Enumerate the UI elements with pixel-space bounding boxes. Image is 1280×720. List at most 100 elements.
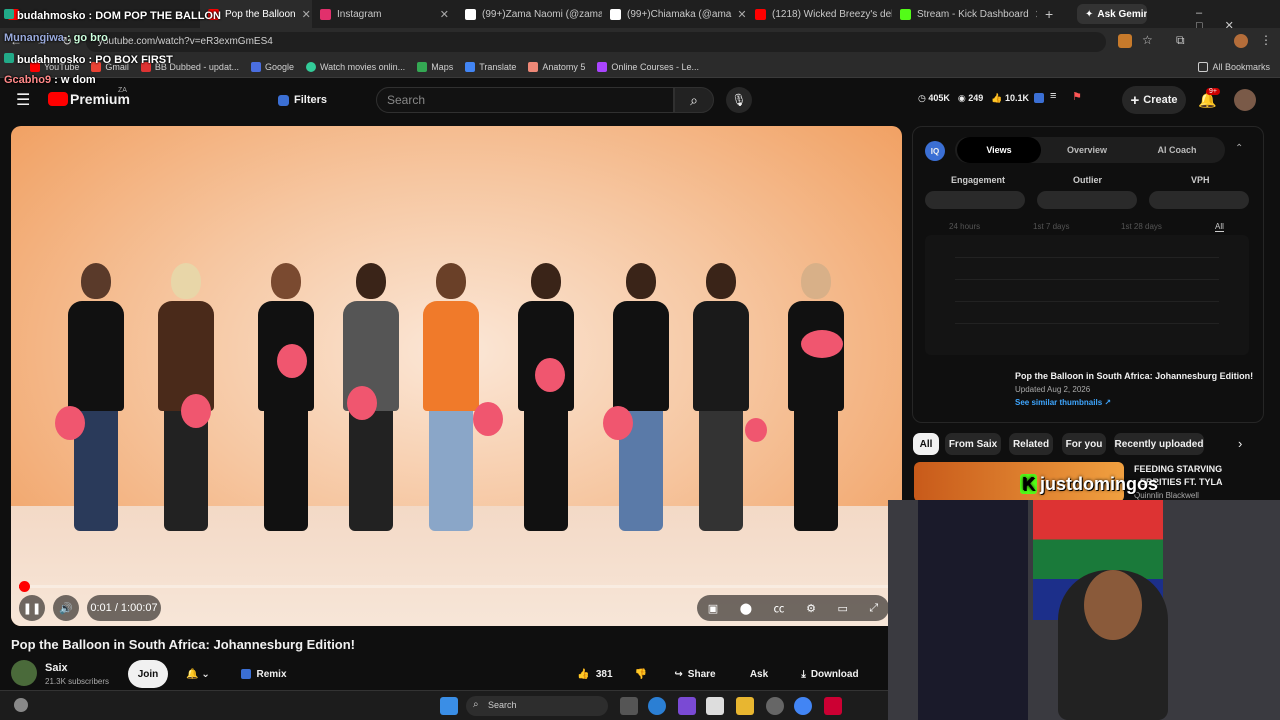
youtube-favicon-icon [755, 8, 766, 20]
account-avatar[interactable] [1234, 89, 1256, 111]
bookmark-anatomy[interactable]: Anatomy 5 [528, 61, 585, 72]
settings-gear-icon[interactable]: ⚙ [806, 602, 816, 615]
extensions-puzzle-icon[interactable]: ⧉ [1176, 33, 1185, 48]
create-button[interactable]: + Create [1122, 86, 1186, 114]
tab-label: Stream - Kick Dashboard [917, 8, 1029, 20]
address-bar[interactable]: youtube.com/watch?v=eR3exmGmES4 [86, 32, 1106, 52]
close-tab-icon[interactable]: ✕ [1029, 8, 1037, 21]
pause-button[interactable]: ❚❚ [19, 595, 45, 621]
mute-button[interactable]: 🔊 [53, 595, 79, 621]
search-input[interactable]: Search [376, 87, 674, 113]
close-tab-icon[interactable]: ✕ [296, 8, 311, 21]
autoplay-toggle[interactable]: ⬤ [740, 602, 752, 615]
ask-button[interactable]: Ask [734, 660, 784, 688]
chip-for-you[interactable]: For you [1062, 433, 1106, 455]
chat-message: Gcabho9 : w dom [4, 74, 96, 86]
range-28-days[interactable]: 1st 28 days [1121, 222, 1162, 231]
metric-value-placeholder [925, 191, 1025, 209]
chat-user-icon [4, 9, 14, 19]
chip-related[interactable]: Related [1009, 433, 1053, 455]
browser-toolbar: ←→↻ youtube.com/watch?v=eR3exmGmES4 ☆ ⧉ … [0, 28, 1280, 56]
range-24-hours[interactable]: 24 hours [949, 222, 980, 231]
browser-tab[interactable]: (99+)Zama Naomi (@zama✕ [457, 0, 602, 28]
youtube-logo-icon[interactable] [48, 92, 68, 106]
vidiq-icon[interactable] [1034, 93, 1044, 103]
taskbar-search[interactable]: ⌕ Search [466, 696, 608, 716]
windows-start-icon[interactable] [440, 697, 458, 715]
streamer-webcam [888, 500, 1280, 720]
bookmarks-bar: YouTube Gmail BB Dubbed - updat... Googl… [0, 56, 1280, 78]
collapse-chevron-icon[interactable]: ⌃ [1235, 143, 1243, 154]
close-tab-icon[interactable]: ✕ [434, 8, 449, 21]
chrome-icon[interactable] [794, 697, 812, 715]
store-icon[interactable] [706, 697, 724, 715]
tiktok-favicon-icon [610, 8, 621, 20]
fullscreen-icon[interactable]: ⤢ [869, 602, 878, 615]
close-tab-icon[interactable]: ✕ [731, 8, 746, 21]
theater-mode-icon[interactable]: ▭ [837, 602, 847, 615]
tab-overview[interactable]: Overview [1045, 137, 1129, 163]
range-all[interactable]: All [1215, 222, 1224, 232]
video-progress-bar[interactable] [19, 581, 894, 592]
bookmark-translate[interactable]: Translate [465, 61, 516, 72]
vidiq-menu-icon[interactable]: ≡ [1050, 90, 1056, 102]
bookmark-online-courses[interactable]: Online Courses - Le... [597, 61, 699, 72]
search-button[interactable]: ⌕ [674, 87, 714, 113]
range-7-days[interactable]: 1st 7 days [1033, 222, 1069, 231]
channel-name[interactable]: Saix [45, 662, 68, 674]
download-button[interactable]: ⤓ Download [792, 660, 868, 688]
remix-button[interactable]: Remix [228, 660, 300, 688]
filters-button[interactable]: Filters [268, 88, 337, 112]
recommended-title-line1[interactable]: FEEDING STARVING [1134, 464, 1222, 474]
chip-all[interactable]: All [913, 433, 939, 455]
bookmark-star-icon[interactable]: ☆ [1142, 33, 1153, 47]
like-button[interactable]: 👍 381 [570, 660, 620, 688]
bookmark-watch-movies[interactable]: Watch movies onlin... [305, 61, 405, 72]
ask-gemini-button[interactable]: ✦ Ask Gemini [1077, 4, 1147, 24]
vidiq-icon[interactable]: ▣ [708, 602, 718, 615]
chip-recently-uploaded[interactable]: Recently uploaded [1114, 433, 1204, 455]
share-button[interactable]: ↪ Share [666, 660, 724, 688]
browser-tab[interactable]: Instagram ✕ [312, 0, 457, 28]
subscribers-stat: ◷ 405K [918, 93, 950, 103]
voice-search-button[interactable]: 🎙 [726, 87, 752, 113]
bookmark-site-icon [528, 61, 539, 72]
vidiq-alert-icon[interactable]: ⚑ [1072, 90, 1082, 103]
browser-tab[interactable]: (1218) Wicked Breezy's del✕ [747, 0, 892, 28]
extension-icon[interactable] [1118, 34, 1132, 48]
metric-value-placeholder [1149, 191, 1249, 209]
see-similar-thumbnails-link[interactable]: See similar thumbnails ↗ [1015, 398, 1111, 407]
browser-tab[interactable]: Stream - Kick Dashboard✕ [892, 0, 1037, 28]
browser-tab[interactable]: (99+)Chiamaka (@ama ✕ [602, 0, 747, 28]
new-tab-button[interactable]: + [1037, 0, 1077, 28]
weather-icon[interactable] [14, 698, 28, 712]
bookmark-maps[interactable]: Maps [417, 61, 453, 72]
hamburger-menu-icon[interactable]: ☰ [16, 90, 30, 110]
all-bookmarks[interactable]: All Bookmarks [1198, 61, 1270, 72]
app-icon[interactable] [824, 697, 842, 715]
chip-from-saix[interactable]: From Saix [945, 433, 1001, 455]
task-view-icon[interactable] [620, 697, 638, 715]
captions-icon[interactable]: ㏄ [774, 600, 785, 616]
tab-views[interactable]: Views [957, 137, 1041, 163]
bookmark-site-icon [597, 61, 608, 72]
channel-avatar[interactable] [11, 660, 37, 686]
tab-ai-coach[interactable]: AI Coach [1135, 137, 1219, 163]
profile-avatar[interactable] [1234, 34, 1248, 48]
file-explorer-icon[interactable] [736, 697, 754, 715]
obs-icon[interactable] [766, 697, 784, 715]
video-player[interactable]: ❚❚ 🔊 0:01 / 1:00:07 ▣ ⬤ ㏄ ⚙ ▭ ⤢ [11, 126, 902, 626]
streamer-face [1084, 570, 1142, 640]
dislike-button[interactable]: 👎 [628, 660, 654, 688]
join-button[interactable]: Join [128, 660, 168, 688]
time-display: 0:01 / 1:00:07 [87, 595, 161, 621]
bell-icon: 🔔 ⌄ [186, 668, 210, 680]
browser-menu-icon[interactable]: ⋮ [1260, 33, 1272, 47]
edge-icon[interactable] [648, 697, 666, 715]
bookmark-google[interactable]: Google [250, 61, 294, 72]
chat-message: Munangiwa : go bro [4, 32, 108, 44]
app-icon[interactable] [678, 697, 696, 715]
notifications-toggle[interactable]: 🔔 ⌄ [174, 660, 222, 688]
poster-wall [918, 500, 1028, 720]
chips-next-chevron-icon[interactable]: › [1238, 436, 1242, 451]
